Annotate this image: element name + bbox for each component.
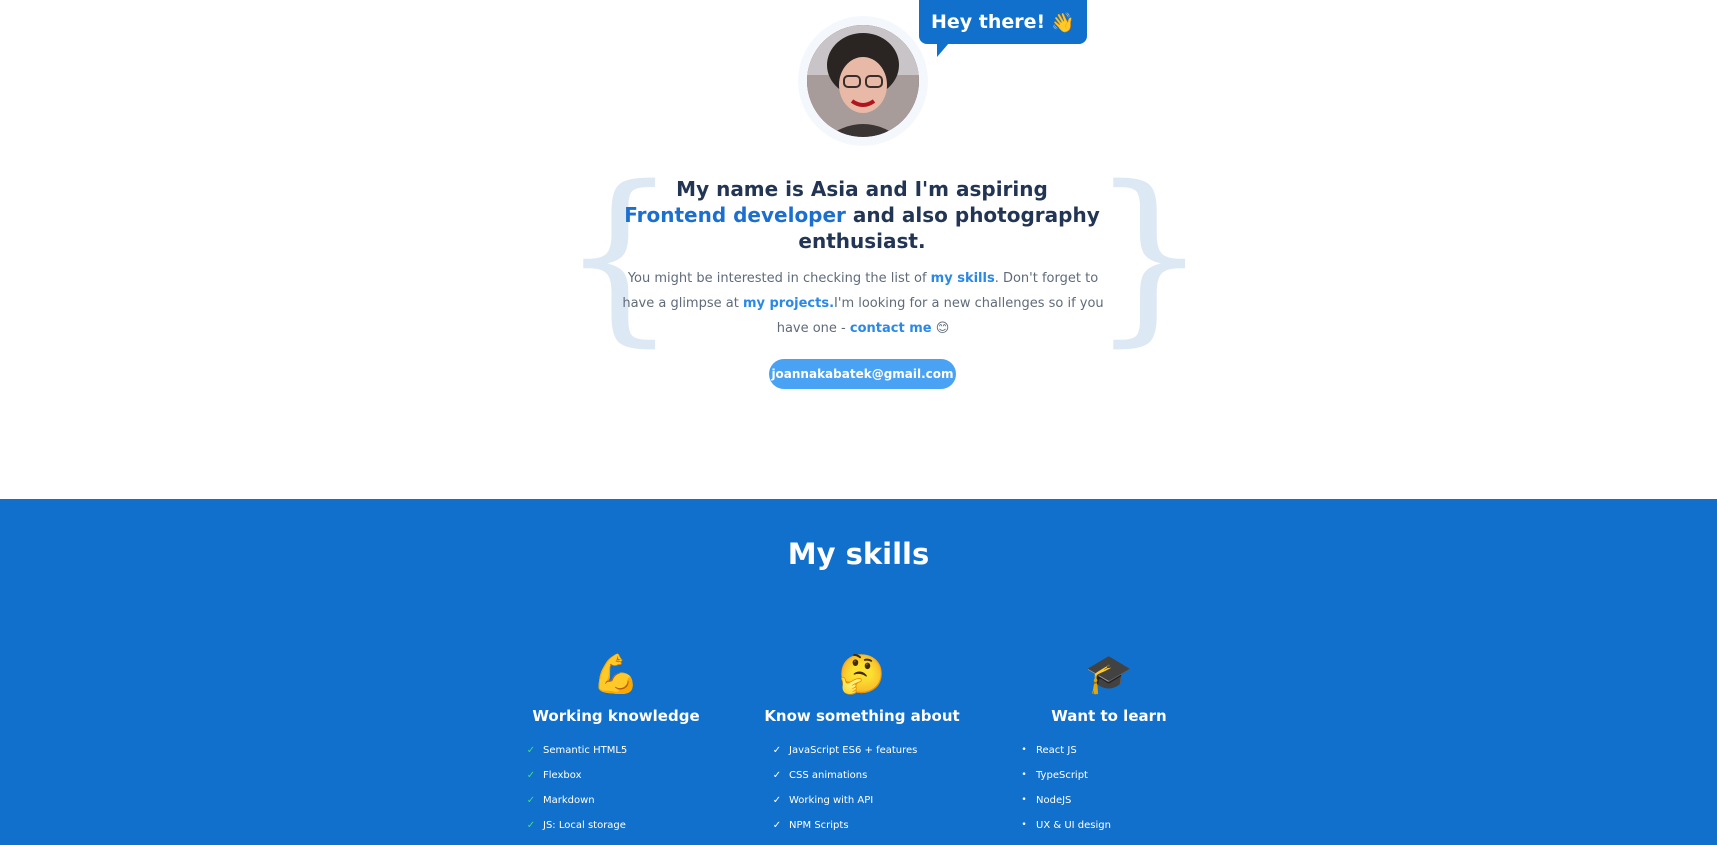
my-projects-link[interactable]: my projects. [743, 296, 834, 311]
skill-label: TypeScript [1036, 770, 1088, 781]
skill-label: JavaScript ES6 + features [789, 745, 918, 756]
skills-title: My skills [787, 537, 930, 571]
skill-list: ✓ Semantic HTML5 ✓ Flexbox ✓ Markdown ✓ JS: … [526, 738, 726, 838]
column-title: Want to learn [1051, 707, 1167, 725]
description-text-1: You might be interested in checking the … [627, 271, 931, 286]
list-item: ✓ NPM Scripts [772, 813, 972, 838]
list-item: ✓ JS: Local storage [526, 813, 726, 838]
contact-me-link[interactable]: contact me [850, 321, 932, 336]
skills-section: My skills 💪 Working knowledge ✓ Semantic … [0, 499, 1717, 845]
skill-list: ✓ JavaScript ES6 + features ✓ CSS animatio… [772, 738, 972, 838]
my-skills-link[interactable]: my skills [931, 271, 995, 286]
column-title: Working knowledge [532, 707, 700, 725]
list-item: • UX & UI design [1019, 813, 1219, 838]
thinking-face-icon: 🤔 [838, 652, 886, 696]
hero-section: Hey there! 👋 { } My name is Asia and I'm… [0, 0, 1717, 499]
email-button[interactable]: joannakabatek@gmail.com [769, 359, 956, 389]
intro-description: You might be interested in checking the … [618, 266, 1108, 341]
avatar [807, 25, 919, 137]
intro-accent: Frontend developer [624, 203, 846, 227]
list-item: ✓ CSS animations [772, 763, 972, 788]
skill-label: UX & UI design [1036, 820, 1111, 831]
column-title: Know something about [764, 707, 960, 725]
list-item: • NodeJS [1019, 788, 1219, 813]
list-item: ✓ Markdown [526, 788, 726, 813]
intro-line-1: My name is Asia and I'm aspiring [676, 177, 1048, 201]
list-item: ✓ JavaScript ES6 + features [772, 738, 972, 763]
skill-label: React JS [1036, 745, 1077, 756]
bullet-icon: • [1021, 745, 1027, 755]
bullet-icon: • [1021, 820, 1027, 830]
smiling-face-icon: 😊 [935, 321, 950, 336]
skill-label: CSS animations [789, 770, 868, 781]
check-icon: ✓ [772, 820, 782, 831]
intro-heading: My name is Asia and I'm aspiring Fronten… [612, 176, 1112, 254]
graduation-cap-icon: 🎓 [1085, 652, 1133, 696]
greeting-bubble: Hey there! 👋 [919, 0, 1087, 57]
greeting-text: Hey there! [931, 11, 1046, 33]
skill-label: Markdown [543, 795, 595, 806]
list-item: • TypeScript [1019, 763, 1219, 788]
bullet-icon: • [1021, 795, 1027, 805]
skill-label: Working with API [789, 795, 874, 806]
list-item: ✓ Flexbox [526, 763, 726, 788]
check-icon: ✓ [772, 745, 782, 756]
waving-hand-icon: 👋 [1051, 11, 1075, 34]
bullet-icon: • [1021, 770, 1027, 780]
skill-label: NodeJS [1036, 795, 1072, 806]
check-icon: ✓ [526, 770, 536, 781]
skill-label: Semantic HTML5 [543, 745, 628, 756]
intro-line-3: enthusiast. [798, 229, 926, 253]
flexed-biceps-icon: 💪 [592, 652, 640, 696]
check-icon: ✓ [772, 795, 782, 806]
check-icon: ✓ [526, 820, 536, 831]
intro-line-2: and also photography [845, 203, 1100, 227]
skill-list: • React JS • TypeScript • NodeJS • UX & UI d… [1019, 738, 1219, 838]
avatar-ring [798, 16, 928, 146]
check-icon: ✓ [526, 745, 536, 756]
list-item: ✓ Working with API [772, 788, 972, 813]
list-item: ✓ Semantic HTML5 [526, 738, 726, 763]
skill-label: JS: Local storage [543, 820, 626, 831]
bubble-tail [937, 43, 949, 57]
list-item: • React JS [1019, 738, 1219, 763]
skill-label: Flexbox [543, 770, 582, 781]
check-icon: ✓ [526, 795, 536, 806]
skill-label: NPM Scripts [789, 820, 849, 831]
check-icon: ✓ [772, 770, 782, 781]
